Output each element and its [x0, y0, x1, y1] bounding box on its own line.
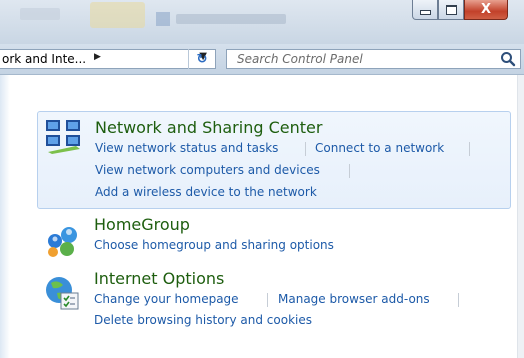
- refresh-button[interactable]: ↻: [188, 49, 215, 69]
- link-separator: [458, 293, 459, 307]
- breadcrumb-arrow-icon[interactable]: ▶: [94, 52, 101, 62]
- link-choose-homegroup[interactable]: Choose homegroup and sharing options: [94, 238, 334, 252]
- blurred-titlebar-item: [90, 2, 145, 28]
- maximize-button[interactable]: [438, 0, 464, 20]
- minimize-icon: [419, 10, 431, 15]
- search-box[interactable]: [226, 49, 521, 69]
- scrollbar[interactable]: [517, 75, 524, 358]
- address-toolbar: ork and Inte... ▶ ▼ ↻: [0, 44, 524, 75]
- link-connect-to-network[interactable]: Connect to a network: [315, 141, 444, 155]
- left-pane-edge: [0, 75, 10, 358]
- link-add-wireless-device[interactable]: Add a wireless device to the network: [95, 185, 317, 199]
- window-controls: X: [412, 0, 524, 22]
- link-separator: [305, 142, 306, 156]
- network-sharing-icon: [46, 120, 80, 154]
- category-title[interactable]: Network and Sharing Center: [95, 118, 322, 137]
- link-separator: [469, 142, 470, 156]
- blurred-titlebar-item: [20, 8, 60, 20]
- breadcrumb[interactable]: ork and Inte...: [2, 52, 86, 66]
- category-internet-options: Internet Options Change your homepage Ma…: [37, 269, 511, 335]
- link-delete-browsing-history[interactable]: Delete browsing history and cookies: [94, 313, 312, 327]
- internet-options-icon: [46, 277, 79, 310]
- category-title[interactable]: Internet Options: [94, 269, 224, 288]
- minimize-button[interactable]: [412, 0, 438, 20]
- address-bar[interactable]: ork and Inte... ▶ ▼: [0, 49, 216, 69]
- title-bar: X: [0, 0, 524, 44]
- link-change-homepage[interactable]: Change your homepage: [94, 292, 239, 306]
- link-view-network-status[interactable]: View network status and tasks: [95, 141, 278, 155]
- search-input[interactable]: [227, 50, 495, 68]
- blurred-titlebar-item: [176, 14, 286, 24]
- category-title[interactable]: HomeGroup: [94, 215, 190, 234]
- link-separator: [349, 164, 350, 178]
- link-manage-add-ons[interactable]: Manage browser add-ons: [278, 292, 430, 306]
- link-view-network-computers[interactable]: View network computers and devices: [95, 163, 320, 177]
- content-pane: Network and Sharing Center View network …: [0, 75, 524, 358]
- close-icon: X: [480, 2, 492, 17]
- search-icon[interactable]: [500, 51, 516, 67]
- homegroup-icon: [48, 227, 77, 257]
- category-network-sharing-center: Network and Sharing Center View network …: [37, 111, 511, 209]
- link-separator: [267, 293, 268, 307]
- blurred-titlebar-item: [156, 12, 170, 26]
- category-homegroup: HomeGroup Choose homegroup and sharing o…: [37, 215, 511, 261]
- close-button[interactable]: X: [464, 0, 508, 20]
- maximize-icon: [445, 4, 457, 15]
- refresh-icon: ↻: [196, 51, 208, 67]
